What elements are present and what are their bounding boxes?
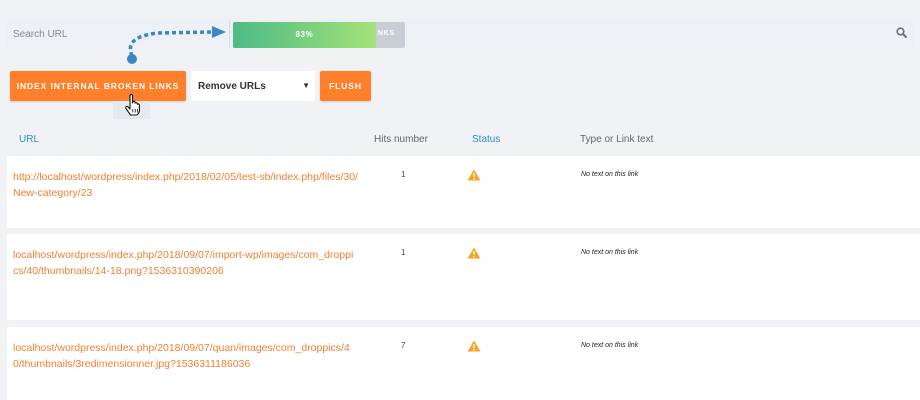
column-header-url[interactable]: URL <box>19 134 39 145</box>
bulk-action-selected-value: Remove URLs <box>198 81 266 92</box>
index-broken-links-button[interactable]: INDEX INTERNAL BROKEN LINKS <box>10 71 186 101</box>
indexing-progress-bar: 83% NKS <box>233 22 405 48</box>
column-header-type: Type or Link text <box>580 134 654 145</box>
table-row: http://localhost/wordpress/index.php/201… <box>7 156 920 228</box>
link-text: No text on this link <box>581 249 639 256</box>
dotted-arrow-icon <box>127 26 226 64</box>
broken-link-url[interactable]: http://localhost/wordpress/index.php/201… <box>13 170 358 201</box>
warning-icon <box>467 247 481 259</box>
warning-icon <box>467 169 481 181</box>
hits-count: 1 <box>401 248 406 257</box>
hand-cursor-icon <box>125 94 141 116</box>
broken-link-url[interactable]: localhost/wordpress/index.php/2018/09/07… <box>13 248 358 279</box>
table-row: localhost/wordpress/index.php/2018/09/07… <box>7 234 920 320</box>
column-header-hits: Hits number <box>374 134 428 145</box>
bulk-action-select[interactable]: Remove URLs ▼ <box>191 71 315 101</box>
chevron-down-icon: ▼ <box>302 81 310 90</box>
column-header-status[interactable]: Status <box>472 134 500 145</box>
broken-link-url[interactable]: localhost/wordpress/index.php/2018/09/07… <box>13 341 358 372</box>
hits-count: 1 <box>401 170 406 179</box>
progress-percent-label: 83% <box>295 30 314 39</box>
hits-count: 7 <box>401 341 406 350</box>
warning-icon <box>467 340 481 352</box>
progress-tail-text: NKS <box>377 30 395 37</box>
link-text: No text on this link <box>581 171 639 178</box>
search-icon[interactable] <box>894 25 910 41</box>
table-row: localhost/wordpress/index.php/2018/09/07… <box>7 327 920 400</box>
flush-button[interactable]: FLUSH <box>320 71 371 101</box>
link-text: No text on this link <box>581 342 639 349</box>
